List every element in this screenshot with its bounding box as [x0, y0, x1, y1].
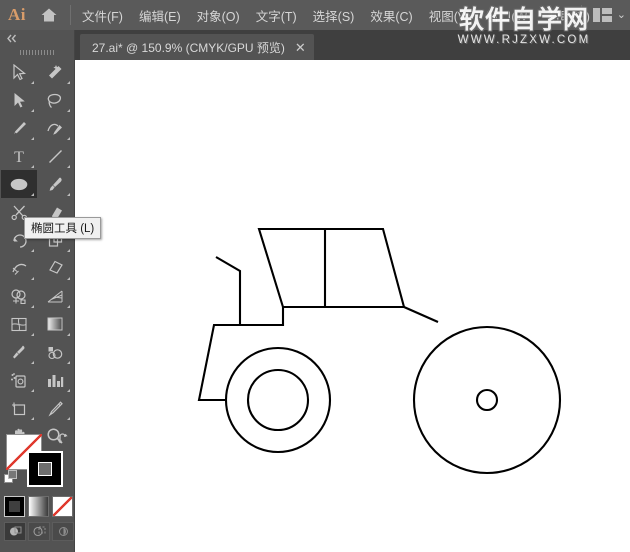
direct-selection-tool[interactable] [1, 86, 37, 114]
symbol-sprayer-tool[interactable] [1, 366, 37, 394]
cabin-outline [257, 227, 406, 309]
tractor-drawing [197, 227, 562, 475]
tool-tooltip: 椭圆工具 (L) [24, 217, 102, 239]
tool-grid: T [1, 58, 73, 450]
free-transform-tool[interactable] [37, 254, 73, 282]
panel-drag-handle[interactable] [0, 46, 74, 58]
menu-view[interactable]: 视图(V) [428, 4, 472, 27]
front-wheel-inner [246, 368, 310, 432]
none-mode-button[interactable] [52, 496, 73, 517]
rear-wheel-hub [475, 388, 499, 412]
menu-object[interactable]: 对象(O) [196, 4, 241, 27]
menu-select[interactable]: 选择(S) [312, 4, 356, 27]
close-icon[interactable]: ✕ [295, 41, 306, 54]
slice-tool[interactable] [37, 394, 73, 422]
document-tab[interactable]: 27.ai* @ 150.9% (CMYK/GPU 预览) ✕ [80, 34, 314, 60]
blend-tool[interactable] [37, 338, 73, 366]
menu-edit[interactable]: 编辑(E) [138, 4, 182, 27]
draw-normal-button[interactable] [4, 522, 26, 541]
workspace-divider [580, 5, 582, 25]
workspace-area: ⌄ [575, 0, 626, 30]
width-tool[interactable] [1, 254, 37, 282]
collapse-panel-button[interactable] [0, 30, 74, 46]
fender-arm [403, 306, 439, 323]
menu-bar: Ai 文件(F) 编辑(E) 对象(O) 文字(T) 选择(S) 效果(C) 视… [0, 0, 630, 30]
illustrator-window: Ai 文件(F) 编辑(E) 对象(O) 文字(T) 选择(S) 效果(C) 视… [0, 0, 630, 552]
artboard-tool[interactable] [1, 394, 37, 422]
front-wheel-outer [224, 346, 332, 454]
color-mode-button[interactable] [4, 496, 25, 517]
type-tool[interactable]: T [1, 142, 37, 170]
gradient-tool[interactable] [37, 310, 73, 338]
fill-stroke-swatches [2, 430, 74, 492]
document-tab-bar: 27.ai* @ 150.9% (CMYK/GPU 预览) ✕ [75, 30, 630, 60]
menu-type[interactable]: 文字(T) [255, 4, 298, 27]
swap-fill-stroke-icon[interactable] [57, 432, 71, 446]
svg-text:T: T [14, 149, 24, 165]
line-segment-tool[interactable] [37, 142, 73, 170]
gradient-mode-button[interactable] [28, 496, 49, 517]
selection-tool[interactable] [1, 58, 37, 86]
menu-file[interactable]: 文件(F) [81, 4, 124, 27]
rear-wheel-outer [412, 325, 562, 475]
color-mode-row [4, 496, 75, 517]
ellipse-tool[interactable] [1, 170, 37, 198]
lasso-tool[interactable] [37, 86, 73, 114]
draw-inside-button[interactable] [52, 522, 74, 541]
stroke-swatch[interactable] [27, 451, 63, 487]
mesh-tool[interactable] [1, 310, 37, 338]
draw-behind-button[interactable] [28, 522, 50, 541]
default-fill-stroke-icon[interactable] [4, 470, 18, 484]
menu-divider [70, 5, 71, 25]
curvature-tool[interactable] [37, 114, 73, 142]
menu-item-list: 文件(F) 编辑(E) 对象(O) 文字(T) 选择(S) 效果(C) 视图(V… [81, 4, 591, 27]
draw-mode-row [4, 522, 75, 541]
exhaust-pipe [215, 256, 242, 325]
column-graph-tool[interactable] [37, 366, 73, 394]
eyedropper-tool[interactable] [1, 338, 37, 366]
workspace-switcher-icon[interactable] [592, 8, 612, 22]
document-tab-label: 27.ai* @ 150.9% (CMYK/GPU 预览) [92, 40, 285, 55]
paintbrush-tool[interactable] [37, 170, 73, 198]
pen-tool[interactable] [1, 114, 37, 142]
color-controls [0, 430, 75, 552]
home-icon[interactable] [34, 7, 64, 23]
tools-panel: T 椭圆工具 (L) [0, 30, 102, 552]
magic-wand-tool[interactable] [37, 58, 73, 86]
shape-builder-tool[interactable] [1, 282, 37, 310]
menu-effect[interactable]: 效果(C) [369, 4, 413, 27]
perspective-grid-tool[interactable] [37, 282, 73, 310]
app-logo: Ai [8, 5, 26, 24]
menu-window[interactable]: 窗口(W) [485, 4, 532, 27]
artboard-canvas[interactable] [75, 60, 630, 552]
chevron-down-icon[interactable]: ⌄ [617, 9, 626, 21]
